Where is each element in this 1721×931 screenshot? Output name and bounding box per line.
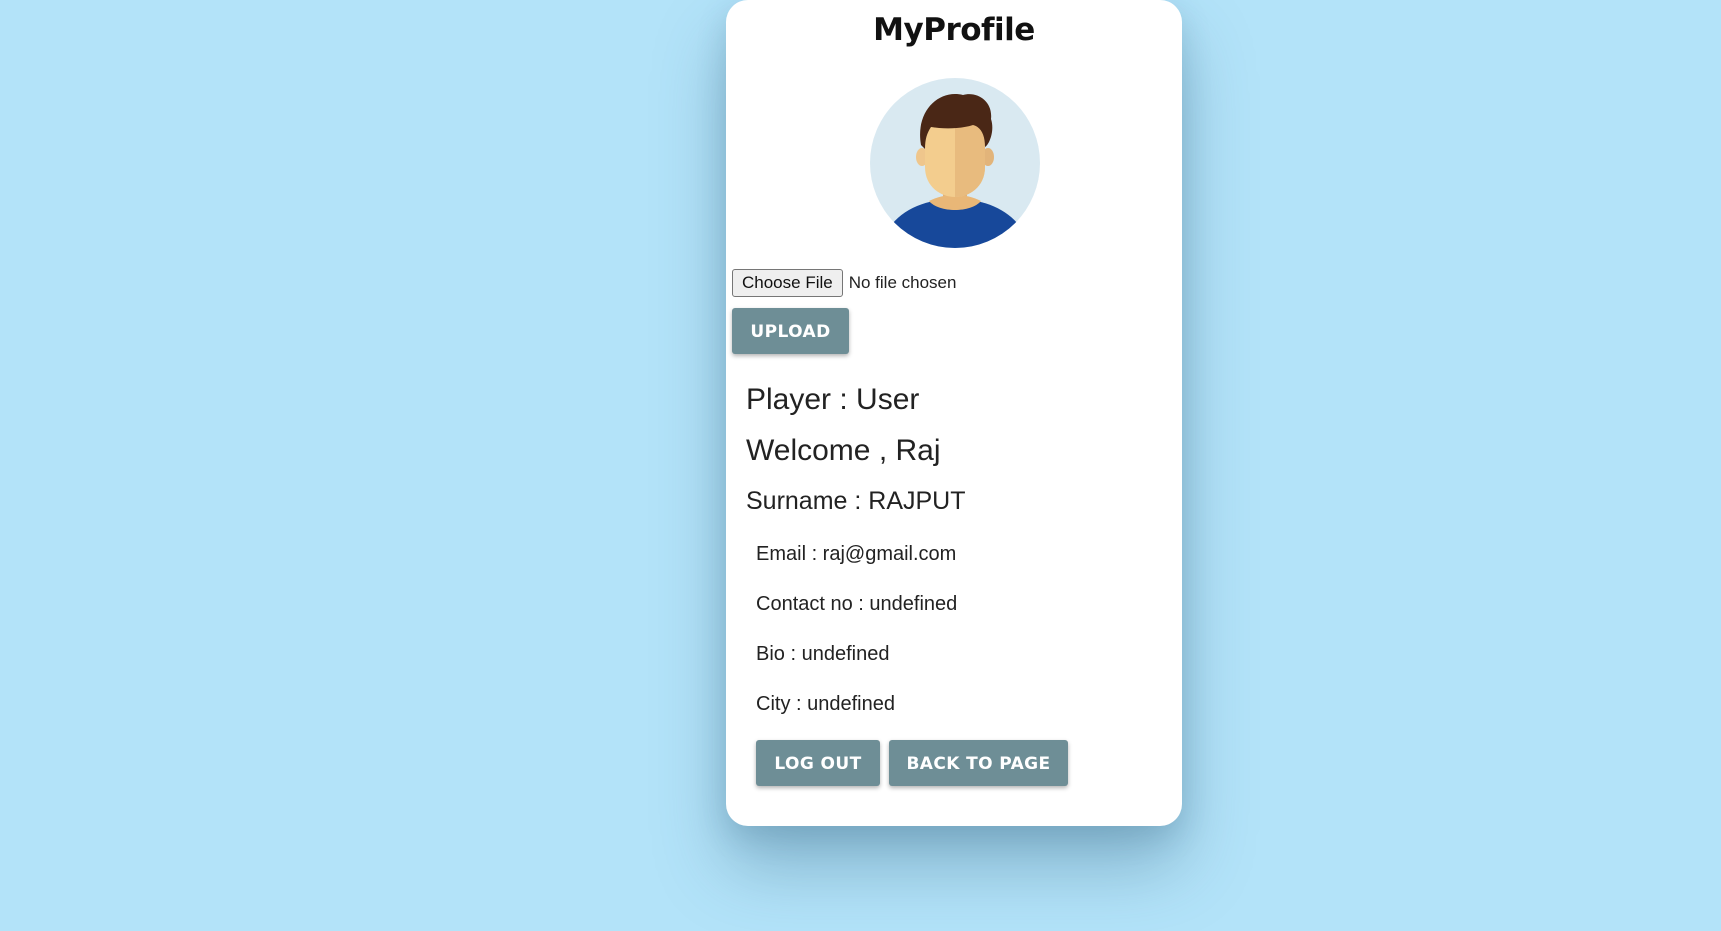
welcome-label: Welcome , Raj <box>746 434 941 467</box>
email-label: Email : raj@gmail.com <box>756 543 957 565</box>
logout-button[interactable]: LOG OUT <box>756 740 880 786</box>
choose-file-button[interactable]: Choose File <box>732 269 843 297</box>
player-label: Player : User <box>746 383 920 416</box>
contact-label: Contact no : undefined <box>756 593 958 615</box>
user-avatar-icon <box>870 78 1040 248</box>
city-label: City : undefined <box>756 693 895 715</box>
file-input[interactable]: Choose File No file chosen <box>732 269 956 297</box>
profile-card: MyProfile Choose File No file chosen UPL… <box>726 0 1182 826</box>
upload-button[interactable]: UPLOAD <box>732 308 849 354</box>
file-status-text: No file chosen <box>848 273 957 292</box>
back-to-page-button[interactable]: BACK TO PAGE <box>889 740 1068 786</box>
page-title: MyProfile <box>873 12 1035 48</box>
bio-label: Bio : undefined <box>756 643 890 665</box>
surname-label: Surname : RAJPUT <box>746 487 966 515</box>
